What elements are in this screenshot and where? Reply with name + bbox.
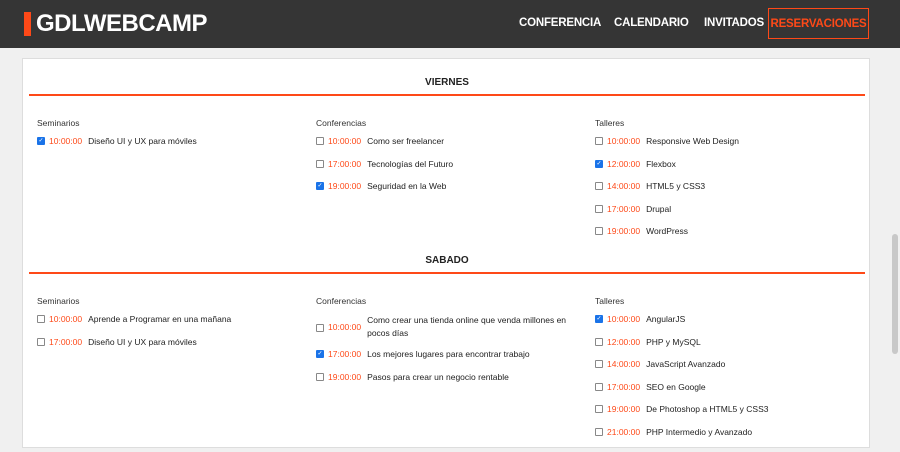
event-name: SEO en Google <box>646 381 706 392</box>
event-item[interactable]: 10:00:00 AngularJS <box>595 314 685 324</box>
column-title: Seminarios <box>37 296 80 306</box>
event-time: 10:00:00 <box>49 136 83 146</box>
event-name: Aprende a Programar en una mañana <box>88 314 232 324</box>
event-name: Como crear una tienda online que venda m… <box>367 315 567 338</box>
event-name: WordPress <box>646 226 688 236</box>
event-time: 17:00:00 <box>328 349 362 359</box>
event-checkbox[interactable] <box>316 137 324 145</box>
column-title: Conferencias <box>316 118 367 128</box>
event-checkbox[interactable] <box>37 315 45 323</box>
column-title: Seminarios <box>37 118 80 128</box>
event-name: Diseño UI y UX para móviles <box>88 336 197 347</box>
event-checkbox[interactable] <box>316 182 324 190</box>
event-time: 19:00:00 <box>607 404 641 414</box>
scrollbar[interactable] <box>890 48 900 452</box>
event-time: 17:00:00 <box>328 158 362 169</box>
event-time: 10:00:00 <box>328 136 362 146</box>
event-item[interactable]: 19:00:00 Seguridad en la Web <box>316 181 446 191</box>
event-time: 10:00:00 <box>607 136 641 146</box>
event-checkbox[interactable] <box>316 350 324 358</box>
event-time: 17:00:00 <box>607 381 641 392</box>
nav-calendario[interactable]: CALENDARIO <box>614 17 689 29</box>
event-item[interactable]: 19:00:00 WordPress <box>595 226 688 236</box>
event-checkbox[interactable] <box>595 360 603 368</box>
event-item[interactable]: 19:00:00 Pasos para crear un negocio rent… <box>316 372 509 382</box>
event-name: Como ser freelancer <box>367 136 445 146</box>
event-checkbox[interactable] <box>37 137 45 145</box>
event-checkbox[interactable] <box>595 159 603 168</box>
event-checkbox[interactable] <box>595 405 603 413</box>
event-time: 12:00:00 <box>607 336 641 347</box>
event-time: 10:00:00 <box>328 322 362 332</box>
event-time: 19:00:00 <box>328 371 362 382</box>
column-title: Talleres <box>595 296 625 306</box>
event-checkbox[interactable] <box>595 337 603 346</box>
event-name: Flexbox <box>646 158 676 169</box>
event-name: Diseño UI y UX para móviles <box>88 136 197 146</box>
event-checkbox[interactable] <box>595 315 603 323</box>
events-panel: VIERNES Seminarios 10:00:00 Diseño UI y UX … <box>22 58 870 448</box>
event-time: 21:00:00 <box>607 426 641 437</box>
event-item[interactable]: 10:00:00 Como crear una tienda online que… <box>316 314 587 340</box>
event-name: Seguridad en la Web <box>367 181 447 191</box>
main-nav: CONFERENCIA CALENDARIO INVITADOS RESERVA… <box>0 0 900 48</box>
event-item[interactable]: 12:00:00 Flexbox <box>595 159 676 169</box>
event-name: Pasos para crear un negocio rentable <box>367 371 509 382</box>
event-item[interactable]: 17:00:00 Los mejores lugares para encontr… <box>316 349 530 359</box>
event-name: Responsive Web Design <box>646 136 740 146</box>
nav-conferencia[interactable]: CONFERENCIA <box>519 17 601 29</box>
event-name: Tecnologías del Futuro <box>367 158 454 169</box>
event-checkbox[interactable] <box>37 337 45 346</box>
event-time: 10:00:00 <box>49 314 83 324</box>
event-item[interactable]: 10:00:00 Como ser freelancer <box>316 136 444 146</box>
site-header: GDLWEBCAMP CONFERENCIA CALENDARIO INVITA… <box>0 0 900 48</box>
event-item[interactable]: 14:00:00 JavaScript Avanzado <box>595 359 725 369</box>
column-title: Conferencias <box>316 296 367 306</box>
event-name: PHP y MySQL <box>646 336 701 347</box>
event-name: PHP Intermedio y Avanzado <box>646 426 753 437</box>
day-title: VIERNES <box>425 77 469 88</box>
day-divider <box>29 94 865 96</box>
event-item[interactable]: 19:00:00 De Photoshop a HTML5 y CSS3 <box>595 404 768 414</box>
day-divider <box>29 272 865 274</box>
event-time: 19:00:00 <box>607 226 641 236</box>
event-time: 19:00:00 <box>328 181 362 191</box>
event-item[interactable]: 17:00:00 Diseño UI y UX para móviles <box>37 337 197 347</box>
column-title: Talleres <box>595 118 625 128</box>
event-time: 17:00:00 <box>49 336 83 347</box>
event-name: Los mejores lugares para encontrar traba… <box>367 349 530 359</box>
event-time: 14:00:00 <box>607 181 641 191</box>
event-name: Drupal <box>646 203 672 214</box>
event-name: HTML5 y CSS3 <box>646 181 706 191</box>
day-title: SABADO <box>425 255 469 266</box>
nav-reservaciones-button[interactable]: RESERVACIONES <box>768 8 869 39</box>
scrollbar-thumb[interactable] <box>892 234 898 354</box>
event-time: 10:00:00 <box>607 314 641 324</box>
event-item[interactable]: 17:00:00 Tecnologías del Futuro <box>316 159 453 169</box>
event-item[interactable]: 10:00:00 Responsive Web Design <box>595 136 739 146</box>
event-item[interactable]: 17:00:00 Drupal <box>595 204 671 214</box>
event-checkbox[interactable] <box>316 159 324 168</box>
event-checkbox[interactable] <box>595 137 603 145</box>
event-name: AngularJS <box>646 314 686 324</box>
event-item[interactable]: 10:00:00 Aprende a Programar en una mañan… <box>37 314 231 324</box>
event-time: 17:00:00 <box>607 203 641 214</box>
event-checkbox[interactable] <box>595 382 603 391</box>
event-item[interactable]: 10:00:00 Diseño UI y UX para móviles <box>37 136 197 146</box>
event-time: 12:00:00 <box>607 158 641 169</box>
event-checkbox[interactable] <box>595 182 603 190</box>
event-checkbox[interactable] <box>595 227 603 235</box>
event-item[interactable]: 21:00:00 PHP Intermedio y Avanzado <box>595 427 752 437</box>
event-checkbox[interactable] <box>316 323 324 332</box>
event-checkbox[interactable] <box>595 204 603 213</box>
event-item[interactable]: 12:00:00 PHP y MySQL <box>595 337 701 347</box>
nav-invitados[interactable]: INVITADOS <box>704 17 764 29</box>
event-checkbox[interactable] <box>595 427 603 436</box>
event-checkbox[interactable] <box>316 372 324 381</box>
event-name: JavaScript Avanzado <box>646 359 726 369</box>
event-name: De Photoshop a HTML5 y CSS3 <box>646 404 769 414</box>
event-item[interactable]: 17:00:00 SEO en Google <box>595 382 706 392</box>
event-time: 14:00:00 <box>607 359 641 369</box>
event-item[interactable]: 14:00:00 HTML5 y CSS3 <box>595 181 705 191</box>
